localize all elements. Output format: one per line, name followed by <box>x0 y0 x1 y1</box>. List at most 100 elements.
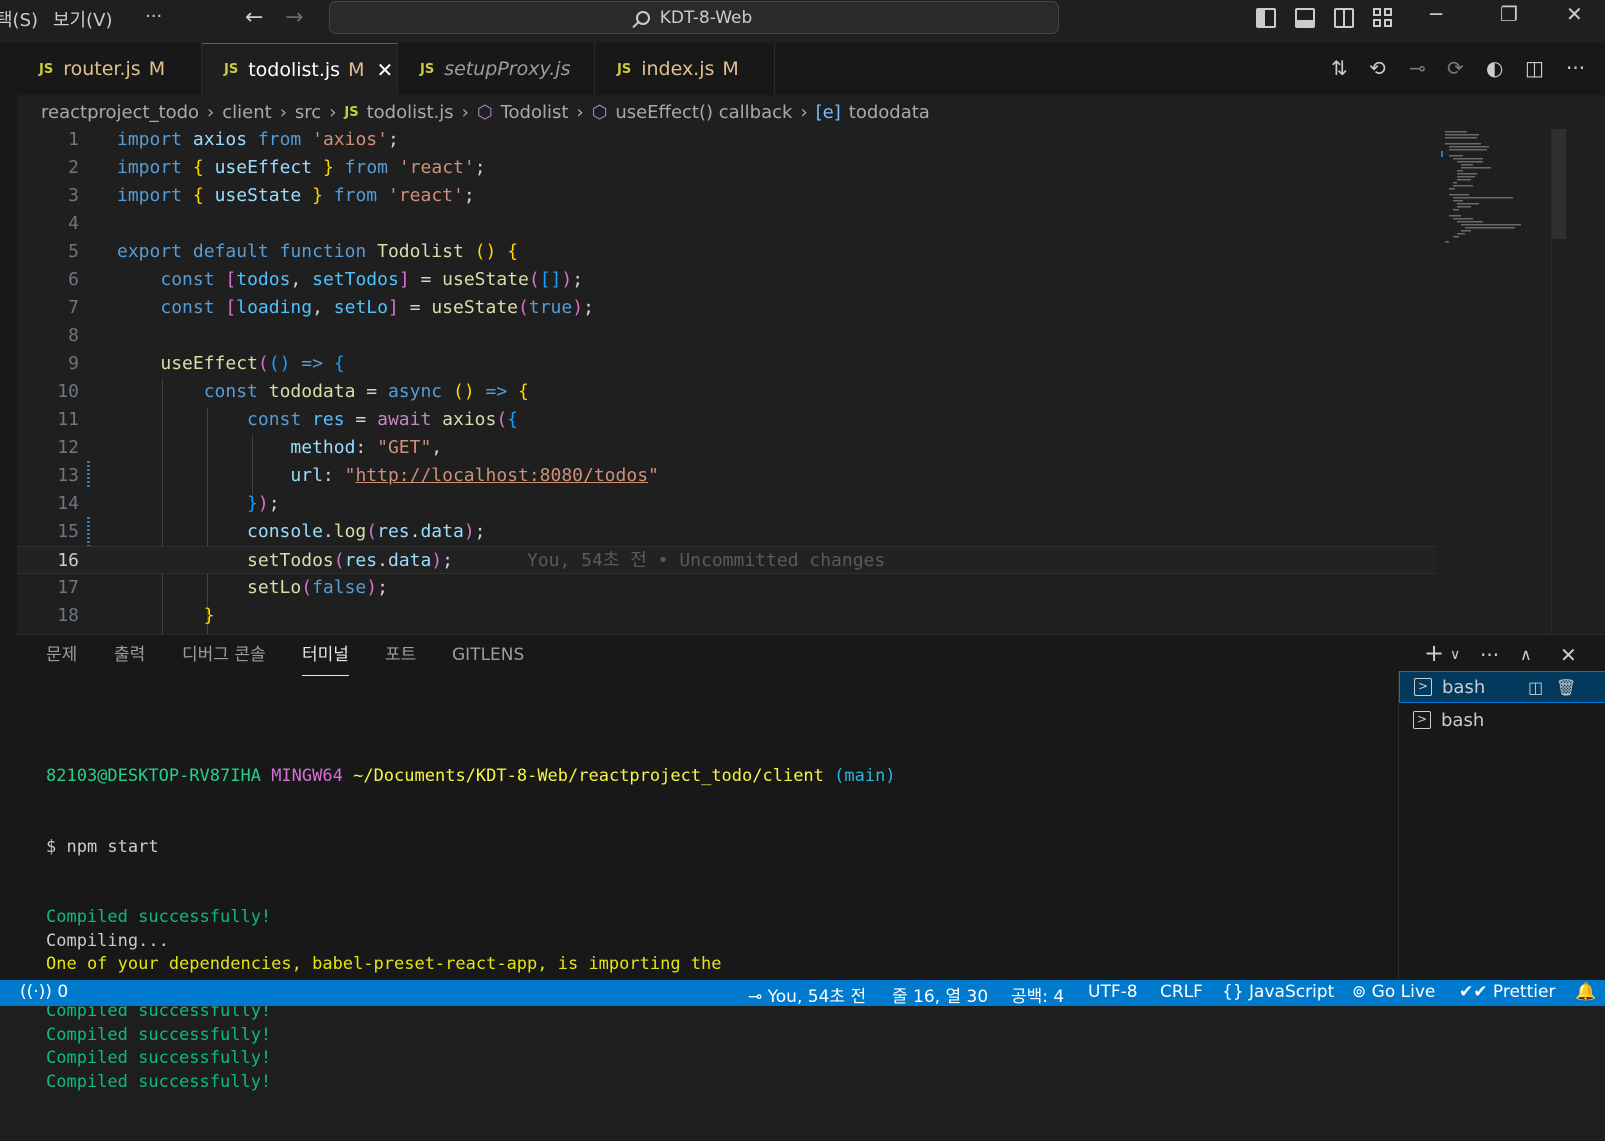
code-line[interactable]: 9 useEffect(() => { <box>17 350 1437 378</box>
code-token: tododata <box>268 381 356 402</box>
code-line[interactable]: 17 setLo(false); <box>17 574 1437 602</box>
code-token: res <box>344 550 378 571</box>
code-editor[interactable]: 1 import axios from 'axios'; 2 import { use… <box>17 129 1605 634</box>
terminal-output[interactable]: 82103@DESKTOP-RV87IHA MINGW64 ~/Document… <box>46 718 896 1141</box>
line-number: 2 <box>68 157 79 178</box>
kill-terminal-icon[interactable]: 🗑 <box>1556 678 1576 697</box>
split-editor-icon[interactable]: ◫ <box>1525 56 1544 80</box>
tab-gitlens[interactable]: GITLENS <box>452 635 524 675</box>
code-line[interactable]: 2 import { useEffect } from 'react'; <box>17 154 1437 182</box>
code-token: function <box>279 241 367 262</box>
menu-more-button[interactable]: ··· <box>145 6 162 27</box>
code-line[interactable]: 6 const [todos, setTodos] = useState([])… <box>17 266 1437 294</box>
forward-arrow-icon[interactable]: → <box>285 5 303 30</box>
code-text: setLo(false); <box>117 574 388 602</box>
split-terminal-icon[interactable]: ◫ <box>1528 678 1543 697</box>
tab-todolist-js[interactable]: JS todolist.js M ✕ <box>202 43 398 95</box>
blame-item[interactable]: ⊸ You, 54초 전 <box>748 982 866 1007</box>
code-line[interactable]: 15 console.log(res.data); <box>17 518 1437 546</box>
code-token: ] <box>387 297 399 318</box>
breadcrumb-folder[interactable]: client <box>222 102 271 123</box>
code-line[interactable]: 12 method: "GET", <box>17 434 1437 462</box>
go-live-button[interactable]: ⊚ Go Live <box>1352 982 1435 1002</box>
code-line[interactable]: 5 export default function Todolist () { <box>17 238 1437 266</box>
commit-icon[interactable]: ⊸ <box>1409 56 1426 80</box>
toggle-panel-icon[interactable] <box>1295 8 1315 28</box>
gitlens-icon[interactable]: ◐ <box>1486 56 1503 80</box>
editor-tab-bar: JS router.js M JS todolist.js M ✕ JS set… <box>0 43 1605 95</box>
back-arrow-icon[interactable]: ← <box>245 5 263 30</box>
command-center-search[interactable]: KDT-8-Web <box>329 1 1059 34</box>
breadcrumb-file[interactable]: todolist.js <box>367 102 454 123</box>
breadcrumb-symbol[interactable]: Todolist <box>501 102 569 123</box>
editor-more-actions-icon[interactable]: ··· <box>1566 56 1585 80</box>
code-line[interactable]: 3 import { useState } from 'react'; <box>17 182 1437 210</box>
code-line[interactable]: 18 } <box>17 602 1437 630</box>
chevron-right-icon: › <box>207 101 215 123</box>
new-terminal-icon[interactable]: + <box>1424 639 1444 667</box>
code-token: useEffect <box>214 157 313 178</box>
previous-change-icon[interactable]: ⟲ <box>1369 56 1386 80</box>
breadcrumb-symbol[interactable]: tododata <box>849 102 930 123</box>
code-text: } <box>117 602 215 630</box>
menu-selection[interactable]: 택(S) <box>0 6 38 32</box>
next-change-icon[interactable]: ⟳ <box>1447 56 1464 80</box>
breadcrumb-folder[interactable]: src <box>295 102 321 123</box>
terminal-instance-label: bash <box>1441 709 1485 731</box>
open-changes-icon[interactable]: ⇅ <box>1331 56 1348 80</box>
indentation[interactable]: 공백: 4 <box>1011 982 1064 1007</box>
panel-more-actions-icon[interactable]: ··· <box>1480 643 1499 667</box>
tab-debug-console[interactable]: 디버그 콘솔 <box>182 635 266 675</box>
close-panel-icon[interactable]: ✕ <box>1560 643 1577 667</box>
breadcrumb-symbol[interactable]: useEffect() callback <box>615 102 792 123</box>
encoding[interactable]: UTF-8 <box>1088 982 1138 1002</box>
line-ending[interactable]: CRLF <box>1160 982 1203 1002</box>
customize-layout-icon[interactable] <box>1373 8 1393 28</box>
close-tab-icon[interactable]: ✕ <box>377 58 394 82</box>
code-line[interactable]: 11 const res = await axios({ <box>17 406 1437 434</box>
tab-problems[interactable]: 문제 <box>46 635 77 675</box>
code-line[interactable]: 8 <box>17 322 1437 350</box>
remote-ports-item[interactable]: ((·)) 0 <box>20 982 68 1002</box>
prettier-item[interactable]: ✔✔ Prettier <box>1459 982 1555 1002</box>
code-line[interactable]: 16 setTodos(res.data); You, 54초 전 • Uncom… <box>17 546 1437 574</box>
tab-router-js[interactable]: JS router.js M <box>17 43 202 95</box>
tab-terminal[interactable]: 터미널 <box>302 635 349 676</box>
code-text: const [todos, setTodos] = useState([]); <box>117 266 583 294</box>
chevron-down-icon[interactable]: ∨ <box>1450 647 1460 663</box>
terminal-instance-bash-1[interactable]: > bash ◫ 🗑 <box>1399 671 1605 703</box>
language-mode[interactable]: {} JavaScript <box>1222 982 1334 1002</box>
tab-output[interactable]: 출력 <box>114 635 145 675</box>
notifications-bell-icon[interactable]: 🔔 <box>1575 982 1596 1002</box>
code-line[interactable]: 14 }); <box>17 490 1437 518</box>
minimize-icon[interactable]: ─ <box>1430 2 1442 26</box>
code-token: axios <box>442 409 497 430</box>
ports-count: 0 <box>57 982 69 1002</box>
cursor-position[interactable]: 줄 16, 열 30 <box>892 982 988 1007</box>
tab-ports[interactable]: 포트 <box>385 635 416 675</box>
code-line[interactable]: 1 import axios from 'axios'; <box>17 129 1437 154</box>
code-line[interactable]: 10 const tododata = async () => { <box>17 378 1437 406</box>
code-token: " <box>648 465 659 486</box>
tab-setupproxy-js[interactable]: JS setupProxy.js <box>398 43 595 95</box>
maximize-panel-icon[interactable]: ∧ <box>1520 645 1532 664</box>
minimap[interactable] <box>1441 129 1591 259</box>
line-number: 18 <box>57 605 79 626</box>
code-line[interactable]: 13 url: "http://localhost:8080/todos" <box>17 462 1437 490</box>
editor-scrollbar-thumb[interactable] <box>1552 129 1566 239</box>
toggle-secondary-sidebar-icon[interactable] <box>1334 8 1354 28</box>
code-line[interactable]: 4 <box>17 210 1437 238</box>
restore-icon[interactable]: ❐ <box>1500 2 1518 26</box>
toggle-primary-sidebar-icon[interactable] <box>1256 8 1276 28</box>
tab-index-js[interactable]: JS index.js M <box>595 43 775 95</box>
menu-view[interactable]: 보기(V) <box>53 6 112 32</box>
code-token: from <box>344 157 388 178</box>
code-line[interactable]: 7 const [loading, setLo] = useState(true… <box>17 294 1437 322</box>
breadcrumb-folder[interactable]: reactproject_todo <box>41 102 199 123</box>
code-token: ( <box>528 269 540 290</box>
close-window-icon[interactable]: ✕ <box>1566 2 1583 26</box>
terminal-instance-bash-2[interactable]: > bash <box>1399 704 1605 736</box>
code-token: . <box>377 550 388 571</box>
